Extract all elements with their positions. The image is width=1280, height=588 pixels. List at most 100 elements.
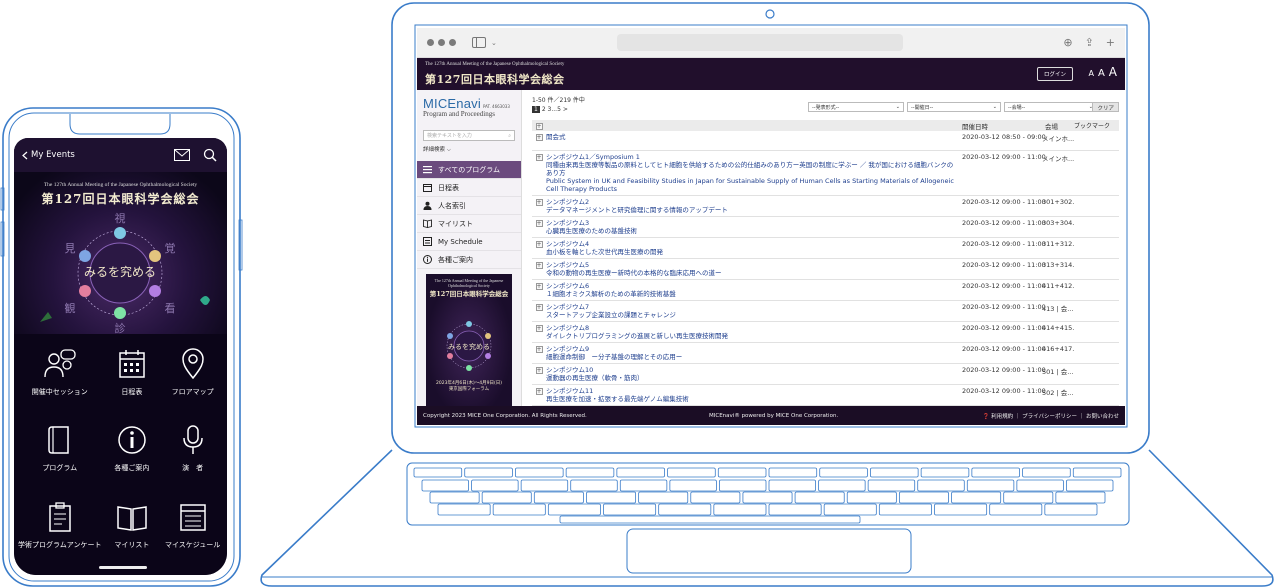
mail-icon[interactable] [173,146,191,164]
session-title[interactable]: シンポジウム1／Symposium 1 [546,153,959,161]
session-title[interactable]: シンポジウム5 [546,261,959,269]
phone-menu-item[interactable]: 演 者 [162,410,223,486]
program-row[interactable]: + シンポジウム8 ダイレクトリプログラミングの進展と新しい再生医療技術開発 2020… [532,322,1119,343]
keyboard-key [1016,479,1064,492]
room-filter-select[interactable]: --会場-- ⌄ [1004,102,1097,112]
session-title[interactable]: シンポジウム2 [546,198,959,206]
sidebar-nav-item[interactable]: マイリスト [417,215,521,233]
keyboard-key [951,491,1002,504]
sidebar-nav-item[interactable]: 日程表 [417,179,521,197]
event-poster[interactable]: The 127th Annual Meeting of the Japanese… [426,274,512,406]
session-title[interactable]: 開会式 [546,133,959,141]
expand-row-icon[interactable]: + [535,367,543,374]
keyboard-key [717,467,767,478]
expand-row-icon[interactable]: + [535,346,543,353]
phone-menu-label: プログラム [42,464,78,473]
session-date: 2020-03-12 09:00 - 11:00 [962,366,1046,374]
program-row[interactable]: + シンポジウム7 スタートアップ企業設立の課題とチャレンジ 2020-03-12 0… [532,301,1119,322]
page-current[interactable]: 1 [532,106,540,113]
keyboard-key [768,503,822,516]
poster-artwork: みるを究める [446,321,492,371]
login-button[interactable]: ログイン [1036,67,1073,81]
sidebar-nav-item[interactable]: 人名索引 [417,197,521,215]
keyboard-key [638,491,689,504]
session-title[interactable]: シンポジウム6 [546,282,959,290]
brand-tagline: Program and Proceedings [423,110,495,118]
expand-row-icon[interactable]: + [535,134,543,141]
expand-row-icon[interactable]: + [535,262,543,269]
expand-row-icon[interactable]: + [535,154,543,161]
keyboard-key [742,491,793,504]
session-title[interactable]: シンポジウム11 [546,387,959,395]
program-row[interactable]: + シンポジウム5 令和の動物の再生医療ー新時代の本格的な臨床応用への道ー 2020-… [532,259,1119,280]
phone-menu-item[interactable]: 日程表 [102,334,163,410]
sidebar-nav-item[interactable]: My Schedule [417,233,521,251]
type-filter-select[interactable]: --発表形式-- ⌄ [808,102,904,112]
keyboard-key [719,479,767,492]
session-title[interactable]: シンポジウム10 [546,366,959,374]
session-title[interactable]: シンポジウム9 [546,345,959,353]
font-large-button[interactable]: A [1109,65,1117,79]
expand-row-icon[interactable]: + [535,220,543,227]
footer-links[interactable]: ❓ 利用規約 ｜ プライバシーポリシー ｜ お問い合わせ [983,412,1119,420]
program-row[interactable]: + シンポジウム10 運動器の再生医療（軟骨・筋肉） 2020-03-12 09:00… [532,364,1119,385]
phone-menu-item[interactable]: 学術プログラムアンケート [18,487,102,563]
session-title[interactable]: シンポジウム7 [546,303,959,311]
phone-menu-item[interactable]: 開催中セッション [18,334,102,410]
session-subtitle: 同種由来再生医療等製品の原料としてヒト細胞を供給するための公的仕組みのあり方ー英… [546,161,954,177]
advanced-search-link[interactable]: 詳細検索 ⌵ [423,145,515,154]
session-subtitle: 細胞運命制御 ー分子基盤の理解とその応用ー [546,353,683,361]
program-row[interactable]: + シンポジウム2 データマネージメントと研究倫理に関する情報のアップデート 2020… [532,196,1119,217]
phone-menu-item[interactable]: マイリスト [102,487,163,563]
sidebar-nav-item[interactable]: 各種ご案内 [417,251,521,269]
address-bar[interactable] [616,34,903,51]
phone-menu-item[interactable]: フロアマップ [162,334,223,410]
window-minimize-dot[interactable] [438,39,445,46]
session-title[interactable]: シンポジウム4 [546,240,959,248]
new-tab-icon[interactable]: + [1106,36,1115,49]
search-input[interactable]: 検索テキストを入力 ⌕ [423,130,515,141]
calendar-icon [423,183,432,192]
expand-row-icon[interactable]: + [535,304,543,311]
search-icon[interactable]: ⌕ [508,133,511,139]
program-row[interactable]: + シンポジウム3 心臓再生医療のための基盤技術 2020-03-12 09:00 -… [532,217,1119,238]
share-icon[interactable]: ⇪ [1085,36,1094,49]
program-row[interactable]: + シンポジウム4 血小板を軸とした次世代再生医療の開発 2020-03-12 09:… [532,238,1119,259]
expand-row-icon[interactable]: + [535,283,543,290]
sidebar-nav-item[interactable]: すべてのプログラム [417,161,521,179]
clear-button[interactable]: クリア [1092,102,1119,112]
session-room: 303+304... [1042,219,1074,227]
back-button[interactable]: My Events [22,150,75,160]
phone-menu-item[interactable]: 各種ご案内 [102,410,163,486]
expand-row-icon[interactable]: + [535,199,543,206]
date-filter-select[interactable]: --開催日-- ⌄ [907,102,1001,112]
session-title[interactable]: シンポジウム3 [546,219,959,227]
font-medium-button[interactable]: A [1098,68,1105,79]
search-icon[interactable] [201,146,219,164]
program-row[interactable]: + 開会式 2020-03-12 08:50 - 09:00 メインホ... [532,131,1119,151]
back-label: My Events [31,150,75,160]
session-date: 2020-03-12 09:00 - 11:00 [962,261,1046,269]
chevron-down-icon[interactable]: ⌄ [491,39,497,47]
window-zoom-dot[interactable] [449,39,456,46]
sidebar-nav-label: My Schedule [438,237,483,246]
program-row[interactable]: + シンポジウム11 再生医療を加速・拡張する最先端ゲノム編集技術 2020-03-1… [532,385,1119,406]
expand-row-icon[interactable]: + [535,388,543,395]
download-icon[interactable]: ⊕ [1063,36,1072,49]
program-row[interactable]: + シンポジウム9 細胞運命制御 ー分子基盤の理解とその応用ー 2020-03-12 … [532,343,1119,364]
font-small-button[interactable]: A [1088,69,1093,78]
session-title[interactable]: シンポジウム8 [546,324,959,332]
expand-all-icon[interactable]: + [535,122,543,130]
sidebar-toggle-icon[interactable] [472,37,486,48]
page-links[interactable]: 2 3...5 > [542,106,568,113]
info-icon [118,426,146,455]
session-subtitle: 再生医療を加速・拡張する最先端ゲノム編集技術 [546,395,689,403]
phone-menu-item[interactable]: マイスケジュール [162,487,223,563]
expand-row-icon[interactable]: + [535,325,543,332]
program-row[interactable]: + シンポジウム1／Symposium 1 同種由来再生医療等製品の原料としてヒト細… [532,151,1119,196]
session-subtitle: ダイレクトリプログラミングの進展と新しい再生医療技術開発 [546,332,728,340]
window-close-dot[interactable] [427,39,434,46]
phone-menu-item[interactable]: プログラム [18,410,102,486]
expand-row-icon[interactable]: + [535,241,543,248]
program-row[interactable]: + シンポジウム6 １細胞オミクス解析のための革新的技術基盤 2020-03-12 0… [532,280,1119,301]
